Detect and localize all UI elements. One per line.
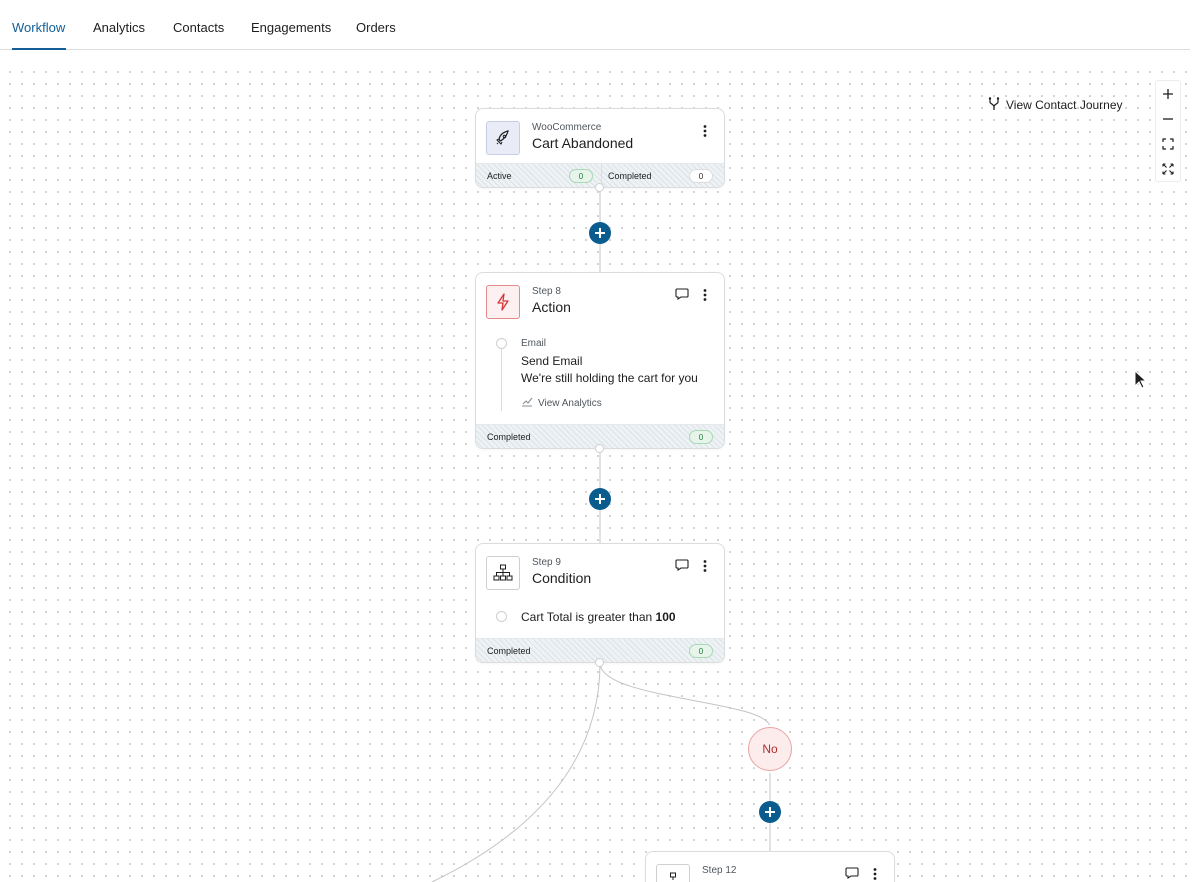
completed-label: Completed	[487, 646, 531, 656]
tab-orders[interactable]: Orders	[356, 20, 396, 35]
action-header: Step 8 Action	[476, 273, 724, 327]
fit-view-icon	[1162, 137, 1174, 150]
comment-icon[interactable]	[674, 287, 690, 301]
trigger-node[interactable]: WooCommerce Cart Abandoned Active 0 Comp…	[475, 108, 725, 188]
more-options-icon[interactable]	[870, 866, 880, 882]
timeline-dot	[496, 611, 507, 622]
completed-count-badge: 0	[689, 430, 713, 444]
action-item-type: Email	[521, 338, 547, 349]
journey-label: View Contact Journey	[1006, 98, 1123, 112]
add-step-button[interactable]	[759, 801, 781, 823]
completed-count-badge: 0	[689, 169, 713, 183]
view-analytics-link[interactable]: View Analytics	[521, 396, 602, 410]
comment-icon[interactable]	[674, 558, 690, 572]
condition-header: Step 9 Condition	[476, 544, 724, 598]
branch-icon	[656, 864, 690, 882]
action-item-subject: We're still holding the cart for you	[521, 371, 698, 385]
timeline-line	[501, 349, 502, 411]
active-tab-indicator	[12, 48, 66, 50]
plus-icon	[1163, 88, 1173, 99]
trigger-title: Cart Abandoned	[532, 135, 634, 151]
more-options-icon[interactable]	[700, 287, 710, 303]
trigger-output-port[interactable]	[595, 183, 604, 192]
plus-icon	[595, 228, 605, 238]
trigger-source: WooCommerce	[532, 122, 602, 133]
fullscreen-button[interactable]	[1156, 156, 1180, 181]
mouse-cursor-icon	[1134, 369, 1148, 395]
rocket-icon	[486, 121, 520, 155]
action-step-number: Step 8	[532, 286, 561, 297]
branch-icon	[486, 556, 520, 590]
add-step-button[interactable]	[589, 488, 611, 510]
analytics-chart-icon	[521, 396, 533, 410]
fit-view-button[interactable]	[1156, 131, 1180, 156]
zoom-out-button[interactable]	[1156, 106, 1180, 131]
view-analytics-label: View Analytics	[538, 397, 602, 409]
completed-label: Completed	[608, 171, 652, 181]
trigger-header: WooCommerce Cart Abandoned	[476, 109, 724, 163]
condition-title: Condition	[532, 570, 592, 586]
condition-step-number: Step 9	[532, 557, 561, 568]
condition-node[interactable]: Step 9 Condition Cart Total is greater t…	[475, 543, 725, 663]
tab-bar: Workflow Analytics Contacts Engagements …	[0, 0, 1190, 50]
tab-analytics[interactable]: Analytics	[93, 20, 145, 35]
completed-label: Completed	[487, 432, 531, 442]
view-contact-journey-link[interactable]: View Contact Journey	[988, 96, 1123, 114]
fullscreen-icon	[1162, 162, 1174, 175]
action-item-name: Send Email	[521, 354, 583, 368]
plus-icon	[765, 807, 775, 817]
active-label: Active	[487, 171, 512, 181]
lightning-icon	[486, 285, 520, 319]
zoom-controls	[1155, 80, 1181, 182]
condition-rule-value: 100	[655, 610, 676, 624]
zoom-in-button[interactable]	[1156, 81, 1180, 106]
condition-rule-text: Cart Total is greater than	[521, 610, 656, 624]
branch-no-badge[interactable]: No	[748, 727, 792, 771]
step-12-header: Step 12	[646, 852, 894, 882]
action-node[interactable]: Step 8 Action Email Send Email We're sti…	[475, 272, 725, 449]
minus-icon	[1163, 117, 1173, 120]
step-12-number: Step 12	[702, 865, 737, 876]
more-options-icon[interactable]	[700, 558, 710, 574]
tab-workflow[interactable]: Workflow	[12, 20, 65, 35]
action-title: Action	[532, 299, 571, 315]
step-12-node[interactable]: Step 12	[645, 851, 895, 882]
condition-rule: Cart Total is greater than 100	[521, 610, 676, 624]
timeline-dot	[496, 338, 507, 349]
comment-icon[interactable]	[844, 866, 860, 880]
plus-icon	[595, 494, 605, 504]
add-step-button[interactable]	[589, 222, 611, 244]
more-options-icon[interactable]	[700, 123, 710, 139]
active-count-badge: 0	[569, 169, 593, 183]
condition-output-port[interactable]	[595, 658, 604, 667]
tab-engagements[interactable]: Engagements	[251, 20, 331, 35]
action-output-port[interactable]	[595, 444, 604, 453]
completed-count-badge: 0	[689, 644, 713, 658]
journey-branch-icon	[988, 96, 1000, 114]
tab-contacts[interactable]: Contacts	[173, 20, 224, 35]
